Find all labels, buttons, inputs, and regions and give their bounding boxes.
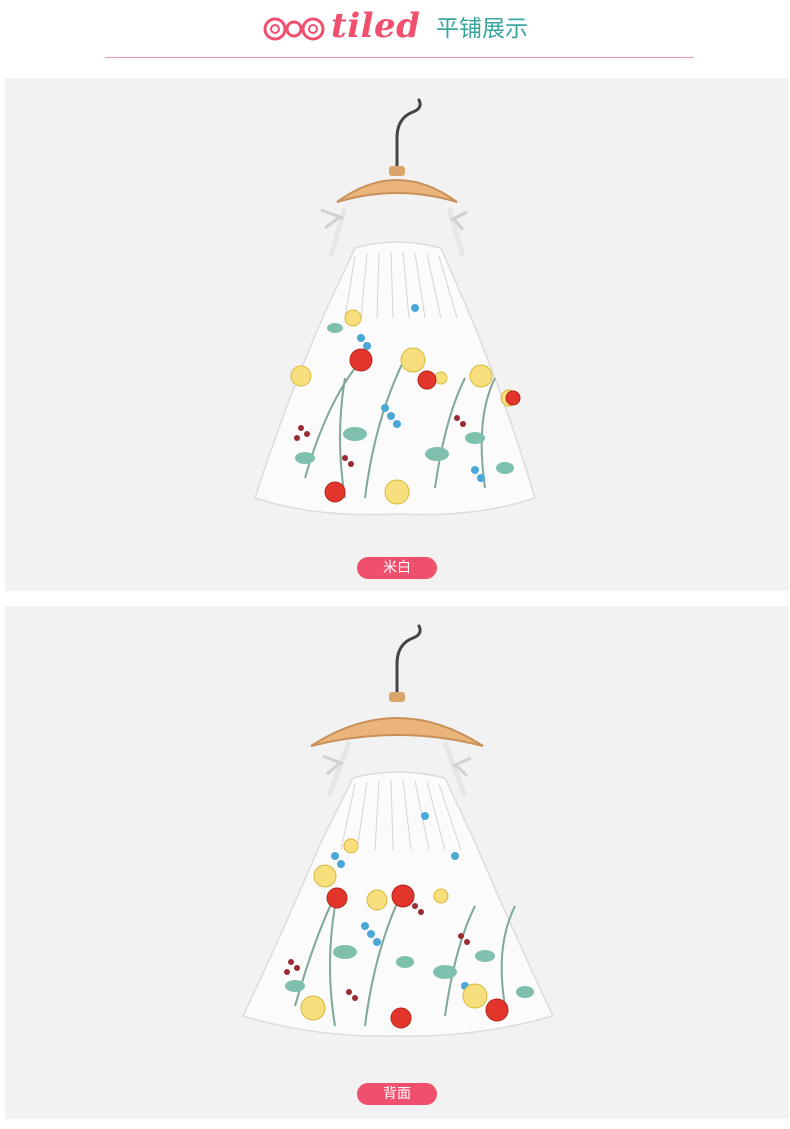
brand-title: tiled <box>331 6 421 46</box>
dress-back-illustration <box>241 624 555 1037</box>
product-image-back: 背面 <box>5 606 789 1119</box>
bow-logo-icon <box>263 17 325 41</box>
view-label-tag: 背面 <box>357 1083 437 1105</box>
color-label-tag: 米白 <box>357 557 437 579</box>
section-subtitle: 平铺展示 <box>436 16 528 42</box>
section-header: tiled 平铺展示 <box>0 0 790 60</box>
header-divider <box>105 57 694 58</box>
product-image-front: 米白 <box>5 78 789 591</box>
dress-front-illustration <box>254 98 536 516</box>
